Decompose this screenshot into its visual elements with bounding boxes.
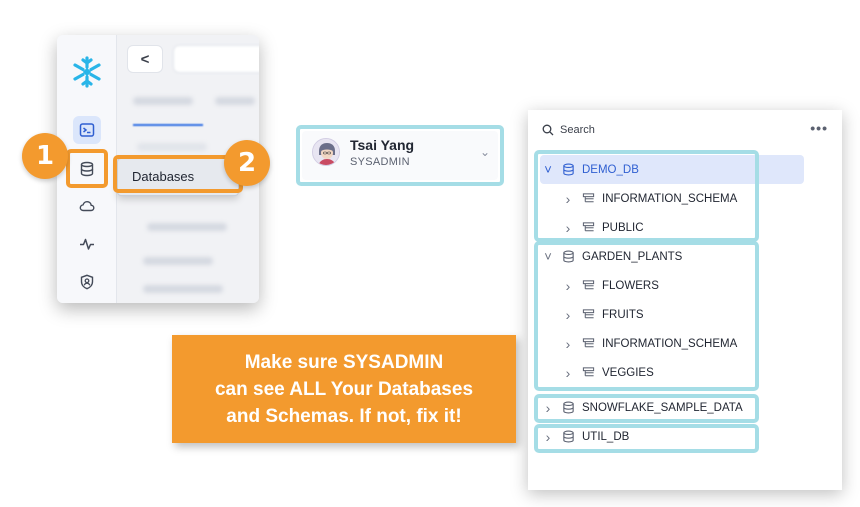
- nav-admin-button[interactable]: [73, 268, 101, 296]
- admin-shield-icon: [80, 274, 94, 290]
- nav-worksheets-button[interactable]: [73, 116, 101, 144]
- nav-marketplace-button[interactable]: [73, 192, 101, 220]
- demo-db-highlight: [534, 150, 759, 242]
- callout-line-3: and Schemas. If not, fix it!: [226, 405, 462, 427]
- garden-plants-highlight: [534, 241, 759, 391]
- snowflake-logo-icon[interactable]: [70, 55, 104, 89]
- callout-line-2: can see ALL Your Databases: [214, 378, 474, 400]
- callout-line-1: Make sure SYSADMIN: [244, 351, 444, 373]
- activity-icon: [80, 238, 94, 250]
- cloud-icon: [79, 200, 95, 212]
- worksheets-icon: [79, 123, 95, 137]
- util-db-highlight: [534, 424, 759, 453]
- instruction-callout: Make sure SYSADMIN can see ALL Your Data…: [172, 335, 516, 443]
- blurred-text: [143, 285, 223, 293]
- search-bar[interactable]: Search: [542, 124, 595, 136]
- database-nav-highlight: [66, 149, 108, 188]
- search-label: Search: [560, 124, 595, 136]
- blurred-text: [215, 97, 255, 105]
- blurred-text: [147, 223, 227, 231]
- blurred-tab-underline: [133, 124, 203, 126]
- blurred-text: [143, 257, 213, 265]
- back-button[interactable]: <: [127, 45, 163, 73]
- nav-activity-button[interactable]: [73, 230, 101, 258]
- user-card-highlight: [296, 125, 504, 186]
- more-options-icon[interactable]: •••: [810, 120, 828, 136]
- step-badge-1: 1: [22, 133, 68, 179]
- back-arrow-icon: <: [140, 50, 150, 68]
- blurred-text: [133, 97, 193, 105]
- step-badge-2: 2: [224, 140, 270, 186]
- snowflake-sample-data-highlight: [534, 394, 759, 423]
- blurred-tab: [173, 45, 259, 73]
- blurred-text: [137, 143, 207, 151]
- search-icon: [542, 124, 554, 136]
